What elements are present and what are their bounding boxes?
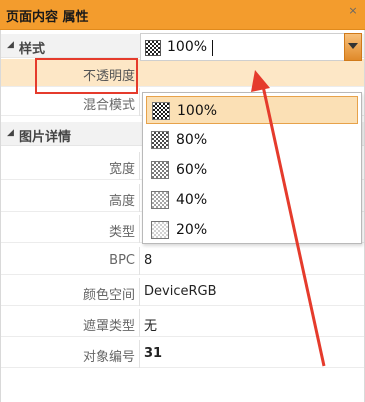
opacity-value[interactable]: 100% (167, 39, 207, 55)
column-divider (139, 247, 140, 275)
text-caret (212, 40, 213, 56)
opacity-option-label: 40% (176, 192, 208, 208)
opacity-option-100[interactable]: 100% (146, 96, 358, 124)
section-style-label: 样式 (19, 42, 46, 57)
property-value-bpc: 8 (144, 253, 153, 268)
property-value-object-id: 31 (144, 346, 163, 361)
collapse-triangle-icon[interactable]: ◢ (7, 128, 17, 138)
opacity-dropdown-list: 100% 80% 60% 40% 20% (142, 92, 362, 244)
property-label-colorspace: 颜色空间 (82, 288, 135, 303)
opacity-combobox[interactable]: 100% (140, 33, 362, 61)
opacity-option-label: 80% (176, 132, 208, 148)
property-label-width: 宽度 (108, 162, 135, 177)
column-divider (139, 88, 140, 116)
property-label-bpc: BPC (109, 253, 135, 268)
section-image-details-label: 图片详情 (19, 130, 72, 145)
property-label-opacity: 不透明度 (82, 69, 135, 84)
property-row-mask-type[interactable]: 遮罩类型 无 (1, 309, 364, 337)
property-row-object-id[interactable]: 对象编号 31 (1, 340, 364, 368)
opacity-option-20[interactable]: 20% (146, 216, 358, 244)
opacity-80-swatch-icon (151, 131, 169, 149)
opacity-60-swatch-icon (151, 161, 169, 179)
opacity-40-swatch-icon (151, 191, 169, 209)
opacity-option-80[interactable]: 80% (146, 126, 358, 154)
opacity-option-label: 60% (176, 162, 208, 178)
opacity-20-swatch-icon (151, 221, 169, 239)
column-divider (139, 309, 140, 337)
chevron-down-icon (348, 43, 358, 49)
property-value-colorspace: DeviceRGB (144, 284, 217, 299)
opacity-swatch-icon (145, 40, 161, 56)
opacity-100-swatch-icon (152, 102, 170, 120)
opacity-option-40[interactable]: 40% (146, 186, 358, 214)
column-divider (139, 340, 140, 368)
panel-title-bar: 页面内容 属性 × (0, 0, 365, 30)
property-label-blend-mode: 混合模式 (82, 98, 135, 113)
column-divider (139, 278, 140, 306)
property-label-mask-type: 遮罩类型 (82, 319, 135, 334)
property-row-colorspace[interactable]: 颜色空间 DeviceRGB (1, 278, 364, 306)
opacity-option-60[interactable]: 60% (146, 156, 358, 184)
column-divider (139, 184, 140, 212)
column-divider (139, 152, 140, 180)
opacity-dropdown-button[interactable] (344, 33, 362, 61)
property-value-mask-type: 无 (144, 319, 158, 334)
column-divider (139, 215, 140, 243)
property-row-bpc[interactable]: BPC 8 (1, 247, 364, 275)
property-label-height: 高度 (108, 194, 135, 209)
collapse-triangle-icon[interactable]: ◢ (7, 40, 17, 50)
opacity-option-label: 100% (177, 103, 218, 119)
property-label-type: 类型 (108, 225, 135, 240)
panel-title: 页面内容 属性 (6, 10, 89, 25)
property-row-opacity[interactable]: 不透明度 (1, 59, 364, 87)
close-icon[interactable]: × (347, 5, 359, 17)
opacity-option-label: 20% (176, 222, 208, 238)
property-label-object-id: 对象编号 (82, 350, 135, 365)
